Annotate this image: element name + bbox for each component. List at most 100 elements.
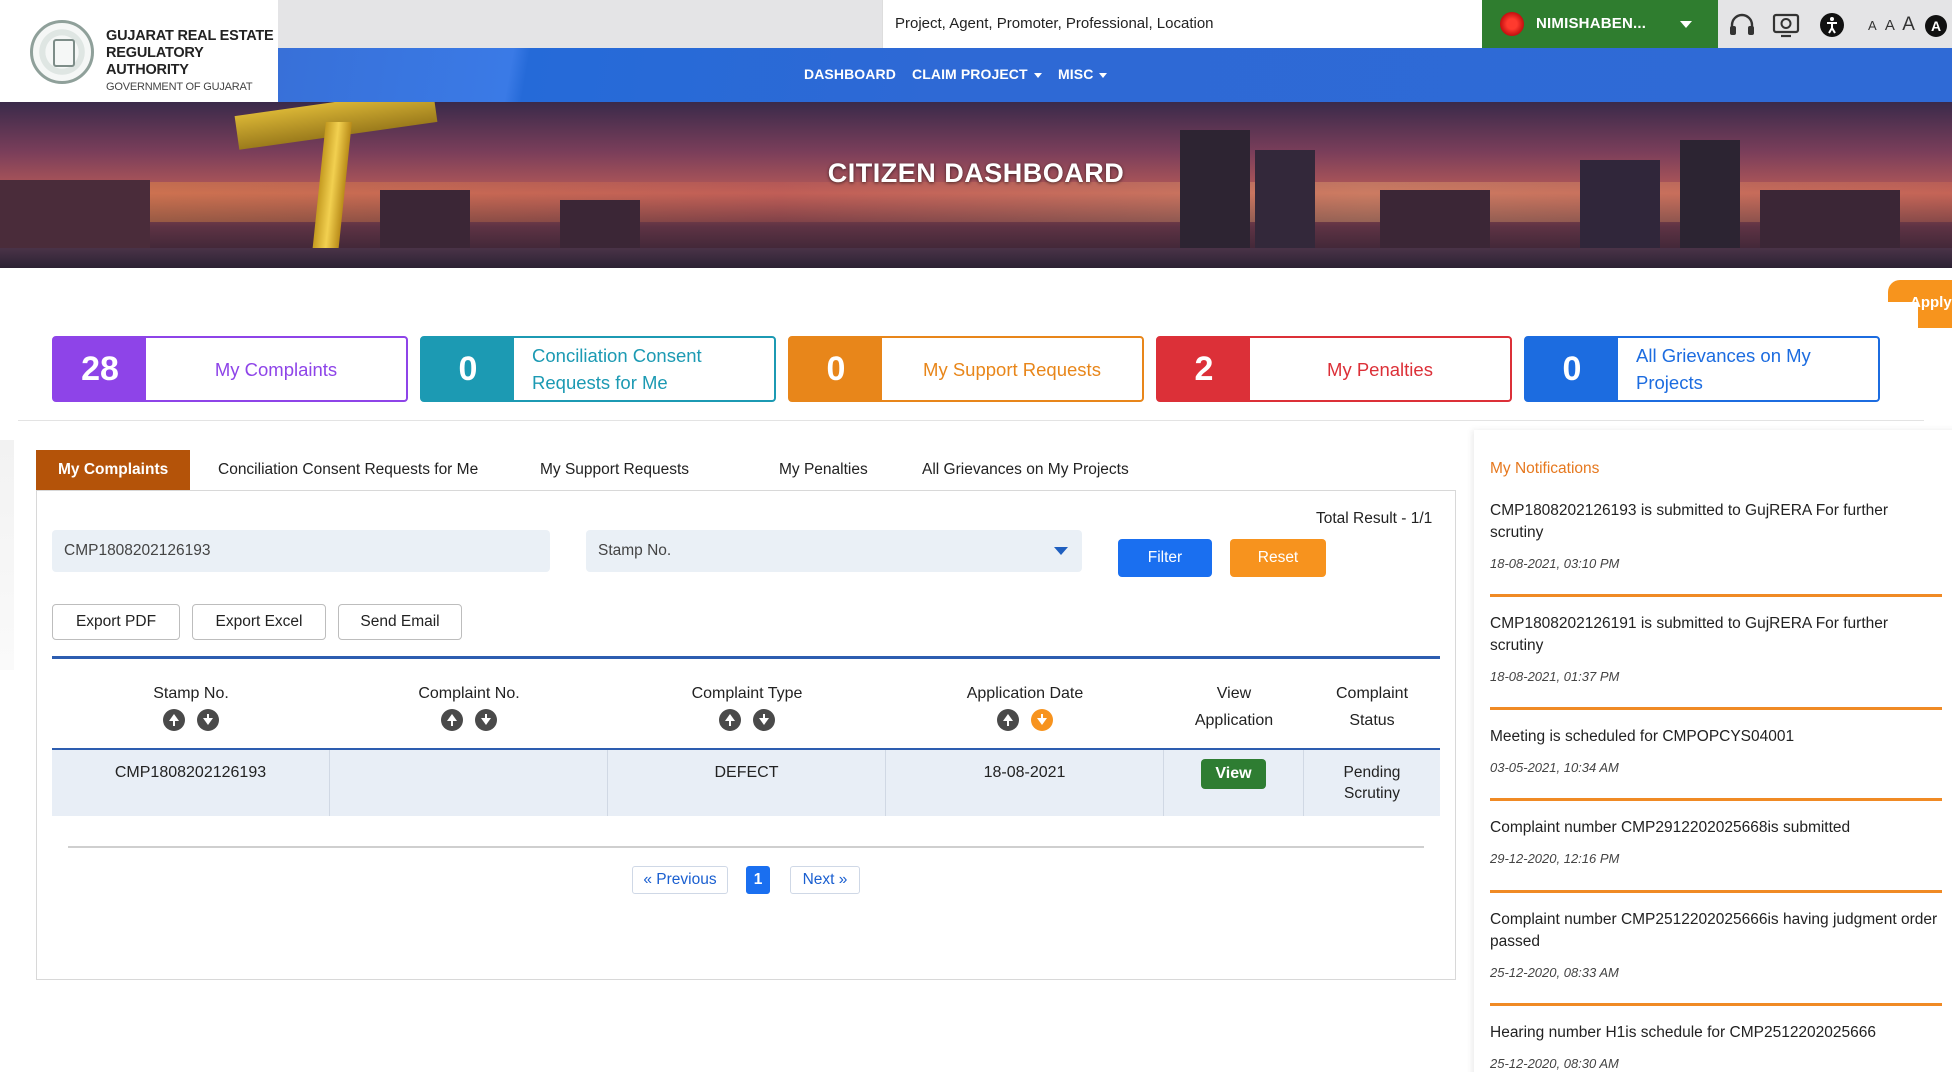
notification-item[interactable]: Complaint number CMP2912202025668is subm… (1490, 817, 1940, 866)
notification-text: Complaint number CMP2912202025668is subm… (1490, 819, 1851, 836)
notification-item[interactable]: Hearing number H1is schedule for CMP2512… (1490, 1022, 1940, 1071)
header-label: Application Date (966, 685, 1084, 702)
font-increase-button[interactable]: A (1902, 14, 1915, 35)
sort-asc-icon[interactable] (441, 709, 463, 731)
export-excel-button[interactable]: Export Excel (192, 604, 326, 640)
status-line1: Pending (1343, 764, 1401, 781)
total-result: Total Result - 1/1 (1316, 510, 1433, 527)
notification-item[interactable]: Meeting is scheduled for CMPOPCYS04001 0… (1490, 726, 1940, 775)
org-line-3: GOVERNMENT OF GUJARAT (106, 81, 253, 93)
tab-grievances[interactable]: All Grievances on My Projects (922, 450, 1129, 490)
headset-icon[interactable] (1728, 12, 1756, 38)
card-my-penalties[interactable]: 2 My Penalties (1156, 336, 1512, 402)
sort-desc-icon[interactable] (1031, 709, 1053, 731)
gujrera-seal-logo (30, 20, 94, 84)
header-stamp-no: Stamp No. (52, 680, 330, 740)
org-line-2: REGULATORY AUTHORITY (106, 45, 204, 78)
sort-controls (997, 709, 1053, 731)
sort-asc-icon[interactable] (163, 709, 185, 731)
font-size-controls: A A A A (1868, 14, 1948, 38)
header-complaint-no: Complaint No. (330, 680, 608, 740)
header-label-line1: View (1216, 685, 1252, 702)
user-menu[interactable]: NIMISHABEN... (1482, 0, 1718, 48)
search-by-select[interactable]: Stamp No. (586, 530, 1082, 572)
sort-asc-icon[interactable] (719, 709, 741, 731)
card-conciliation-requests[interactable]: 0 Conciliation Consent Requests for Me (420, 336, 776, 402)
sort-desc-icon[interactable] (753, 709, 775, 731)
tab-my-complaints[interactable]: My Complaints (36, 450, 191, 490)
select-value: Stamp No. (598, 542, 672, 559)
banner-water (0, 248, 1952, 268)
notification-date: 18-08-2021, 01:37 PM (1490, 669, 1620, 684)
dropdown-arrow-icon (1054, 547, 1068, 555)
complaint-search-input[interactable]: CMP1808202126193 (52, 530, 550, 572)
notification-text: CMP1808202126191 is submitted to GujRERA… (1490, 615, 1889, 654)
accessibility-icon[interactable] (1818, 12, 1846, 38)
notification-divider (1490, 890, 1942, 893)
table-top-border (52, 656, 1440, 659)
cell-complaint-type: DEFECT (608, 750, 886, 816)
notification-item[interactable]: CMP1808202126193 is submitted to GujRERA… (1490, 500, 1940, 571)
nav-claim-project-label: CLAIM PROJECT (912, 66, 1028, 82)
main-navigation: DASHBOARD CLAIM PROJECT MISC (278, 48, 1952, 102)
sort-desc-icon[interactable] (197, 709, 219, 731)
header-complaint-status: Complaint Status (1304, 680, 1440, 734)
user-name: NIMISHABEN... (1536, 15, 1647, 32)
header-label: Complaint Type (691, 685, 803, 702)
nav-misc[interactable]: MISC (1058, 66, 1108, 82)
search-input[interactable]: Project, Agent, Promoter, Professional, … (882, 0, 1502, 48)
divider (18, 420, 1924, 421)
banner-building (560, 200, 640, 250)
screen-reader-icon[interactable] (1772, 12, 1800, 38)
pagination-current-page[interactable]: 1 (746, 866, 770, 894)
card-grievances[interactable]: 0 All Grievances on My Projects (1524, 336, 1880, 402)
card-my-complaints[interactable]: 28 My Complaints (52, 336, 408, 402)
nav-claim-project[interactable]: CLAIM PROJECT (912, 66, 1042, 82)
notification-date: 29-12-2020, 12:16 PM (1490, 851, 1620, 866)
notification-item[interactable]: Complaint number CMP2512202025666is havi… (1490, 909, 1940, 980)
sort-asc-icon[interactable] (997, 709, 1019, 731)
pagination-next[interactable]: Next » (790, 866, 860, 894)
search-placeholder: Project, Agent, Promoter, Professional, … (895, 15, 1214, 32)
header-label-line2: Status (1349, 712, 1395, 729)
card-support-requests[interactable]: 0 My Support Requests (788, 336, 1144, 402)
export-pdf-button[interactable]: Export PDF (52, 604, 180, 640)
tab-conciliation-requests[interactable]: Conciliation Consent Requests for Me (218, 450, 478, 490)
card-count: 0 (790, 338, 882, 400)
reset-button[interactable]: Reset (1230, 539, 1326, 577)
card-count: 28 (54, 338, 146, 400)
filter-button[interactable]: Filter (1118, 539, 1212, 577)
notification-item[interactable]: CMP1808202126191 is submitted to GujRERA… (1490, 613, 1940, 684)
dashboard-banner: CITIZEN DASHBOARD (0, 102, 1952, 268)
high-contrast-button[interactable]: A (1925, 15, 1948, 38)
table-row: CMP1808202126193 DEFECT 18-08-2021 View … (52, 748, 1440, 816)
notification-text: Hearing number H1is schedule for CMP2512… (1490, 1024, 1877, 1041)
banner-building (1180, 130, 1250, 250)
notification-divider (1490, 798, 1942, 801)
banner-building (1680, 140, 1740, 250)
search-input-value: CMP1808202126193 (64, 542, 211, 559)
pagination-previous[interactable]: « Previous (632, 866, 728, 894)
font-normal-button[interactable]: A (1885, 17, 1894, 34)
cell-stamp-no: CMP1808202126193 (52, 750, 330, 816)
header-label: Complaint No. (418, 685, 520, 702)
nav-dashboard[interactable]: DASHBOARD (804, 66, 896, 82)
status-line2: Scrutiny (1344, 785, 1400, 802)
notification-date: 25-12-2020, 08:30 AM (1490, 1056, 1619, 1071)
sort-desc-icon[interactable] (475, 709, 497, 731)
notification-date: 18-08-2021, 03:10 PM (1490, 556, 1620, 571)
banner-building (1760, 190, 1900, 250)
font-decrease-button[interactable]: A (1868, 18, 1877, 33)
logo-area[interactable]: GUJARAT REAL ESTATE REGULATORY AUTHORITY… (0, 0, 278, 102)
tab-penalties[interactable]: My Penalties (779, 450, 868, 490)
nav-dashboard-label: DASHBOARD (804, 66, 896, 82)
org-line-1: GUJARAT REAL ESTATE (106, 28, 274, 44)
nav-misc-label: MISC (1058, 66, 1094, 82)
page-title: CITIZEN DASHBOARD (827, 158, 1125, 188)
send-email-button[interactable]: Send Email (338, 604, 462, 640)
header-label-line1: Complaint (1335, 685, 1409, 702)
tab-support-requests[interactable]: My Support Requests (540, 450, 689, 490)
view-application-button[interactable]: View (1201, 759, 1266, 789)
table-bottom-divider (68, 846, 1424, 848)
card-label: My Penalties (1327, 358, 1433, 380)
